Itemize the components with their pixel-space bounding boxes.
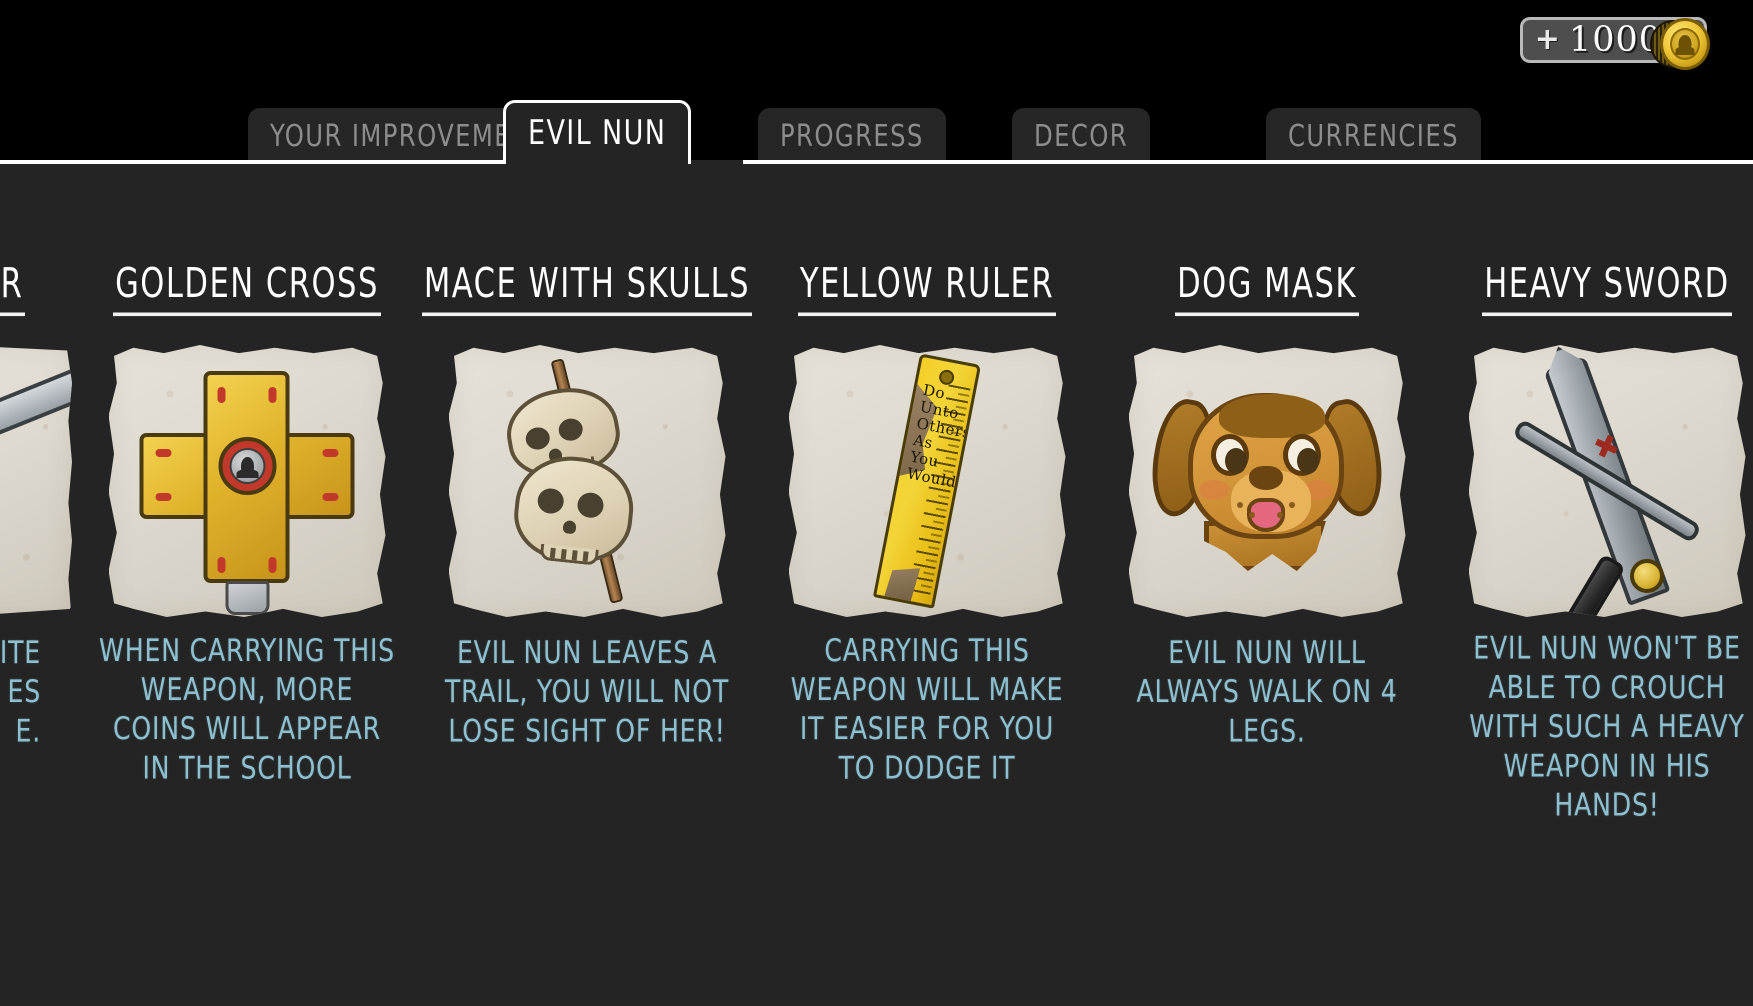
item-description: ITE ES E. [0,633,41,750]
item-card[interactable]: DOG MASK EVIL NUN WILL ALWAYS WALK ON 4 … [1102,164,1432,749]
item-title: HEAVY SWORD [1482,260,1733,317]
tab-label: DECOR [1034,118,1129,154]
item-card[interactable]: MACE WITH SKULLS EVIL NUN LEAVES A TRAIL… [421,164,753,749]
mace-with-skulls-icon [449,345,726,617]
item-title: DOG MASK [1175,260,1359,317]
item-card[interactable]: YELLOW RULER Do Unto Others As You Would [762,164,1092,786]
item-title: GOLDEN CROSS [113,260,381,317]
item-card[interactable]: R ITE ES E. [0,164,72,749]
item-description: WHEN CARRYING THIS WEAPON, MORE COINS WI… [99,631,395,787]
add-currency-icon[interactable]: + [1535,25,1560,55]
tab-bar: YOUR IMPROVEMENTS EVIL NUN PROGRESS DECO… [0,100,1753,164]
yellow-ruler-icon: Do Unto Others As You Would [872,353,982,609]
tab-progress[interactable]: PROGRESS [758,108,946,164]
items-panel: R ITE ES E. GOLDEN CROSS WHEN CARRYING T… [0,164,1753,1006]
item-artwork [1128,345,1406,617]
item-artwork: ✖ [1468,345,1746,617]
tab-label: PROGRESS [780,118,924,154]
golden-cross-icon [139,371,355,615]
top-bar: + 1000 [0,0,1753,100]
heavy-sword-icon: ✖ [1469,345,1746,617]
tab-label: CURRENCIES [1288,118,1459,154]
item-description: EVIL NUN WON'T BE ABLE TO CROUCH WITH SU… [1469,629,1745,824]
tab-currencies[interactable]: CURRENCIES [1266,108,1481,164]
item-artwork [448,345,726,617]
item-artwork [0,345,72,617]
item-title: R [0,260,26,317]
currency-counter[interactable]: + 1000 [1519,17,1710,70]
item-title: YELLOW RULER [797,260,1057,317]
coin-icon [1648,15,1710,77]
item-description: CARRYING THIS WEAPON WILL MAKE IT EASIER… [790,631,1064,787]
game-screen: + 1000 YOUR IMPROVEMENTS EVIL NUN PROGRE… [0,0,1753,1006]
dog-mask-icon [1144,371,1390,591]
tab-evil-nun[interactable]: EVIL NUN [503,100,692,164]
item-artwork [108,345,386,617]
item-artwork: Do Unto Others As You Would [788,345,1066,617]
item-card[interactable]: GOLDEN CROSS WHEN CARRYING THIS WEAPON, … [82,164,412,787]
item-card[interactable]: HEAVY SWORD ✖ EVIL NUN WON'T BE ABLE TO … [1442,164,1753,823]
item-title: MACE WITH SKULLS [421,260,753,317]
tab-underline [0,160,1753,164]
item-description: EVIL NUN LEAVES A TRAIL, YOU WILL NOT LO… [444,633,730,750]
items-rail[interactable]: R ITE ES E. GOLDEN CROSS WHEN CARRYING T… [0,164,1753,823]
item-description: EVIL NUN WILL ALWAYS WALK ON 4 LEGS. [1136,633,1398,750]
tab-label: EVIL NUN [528,113,667,154]
tab-decor[interactable]: DECOR [1012,108,1151,164]
